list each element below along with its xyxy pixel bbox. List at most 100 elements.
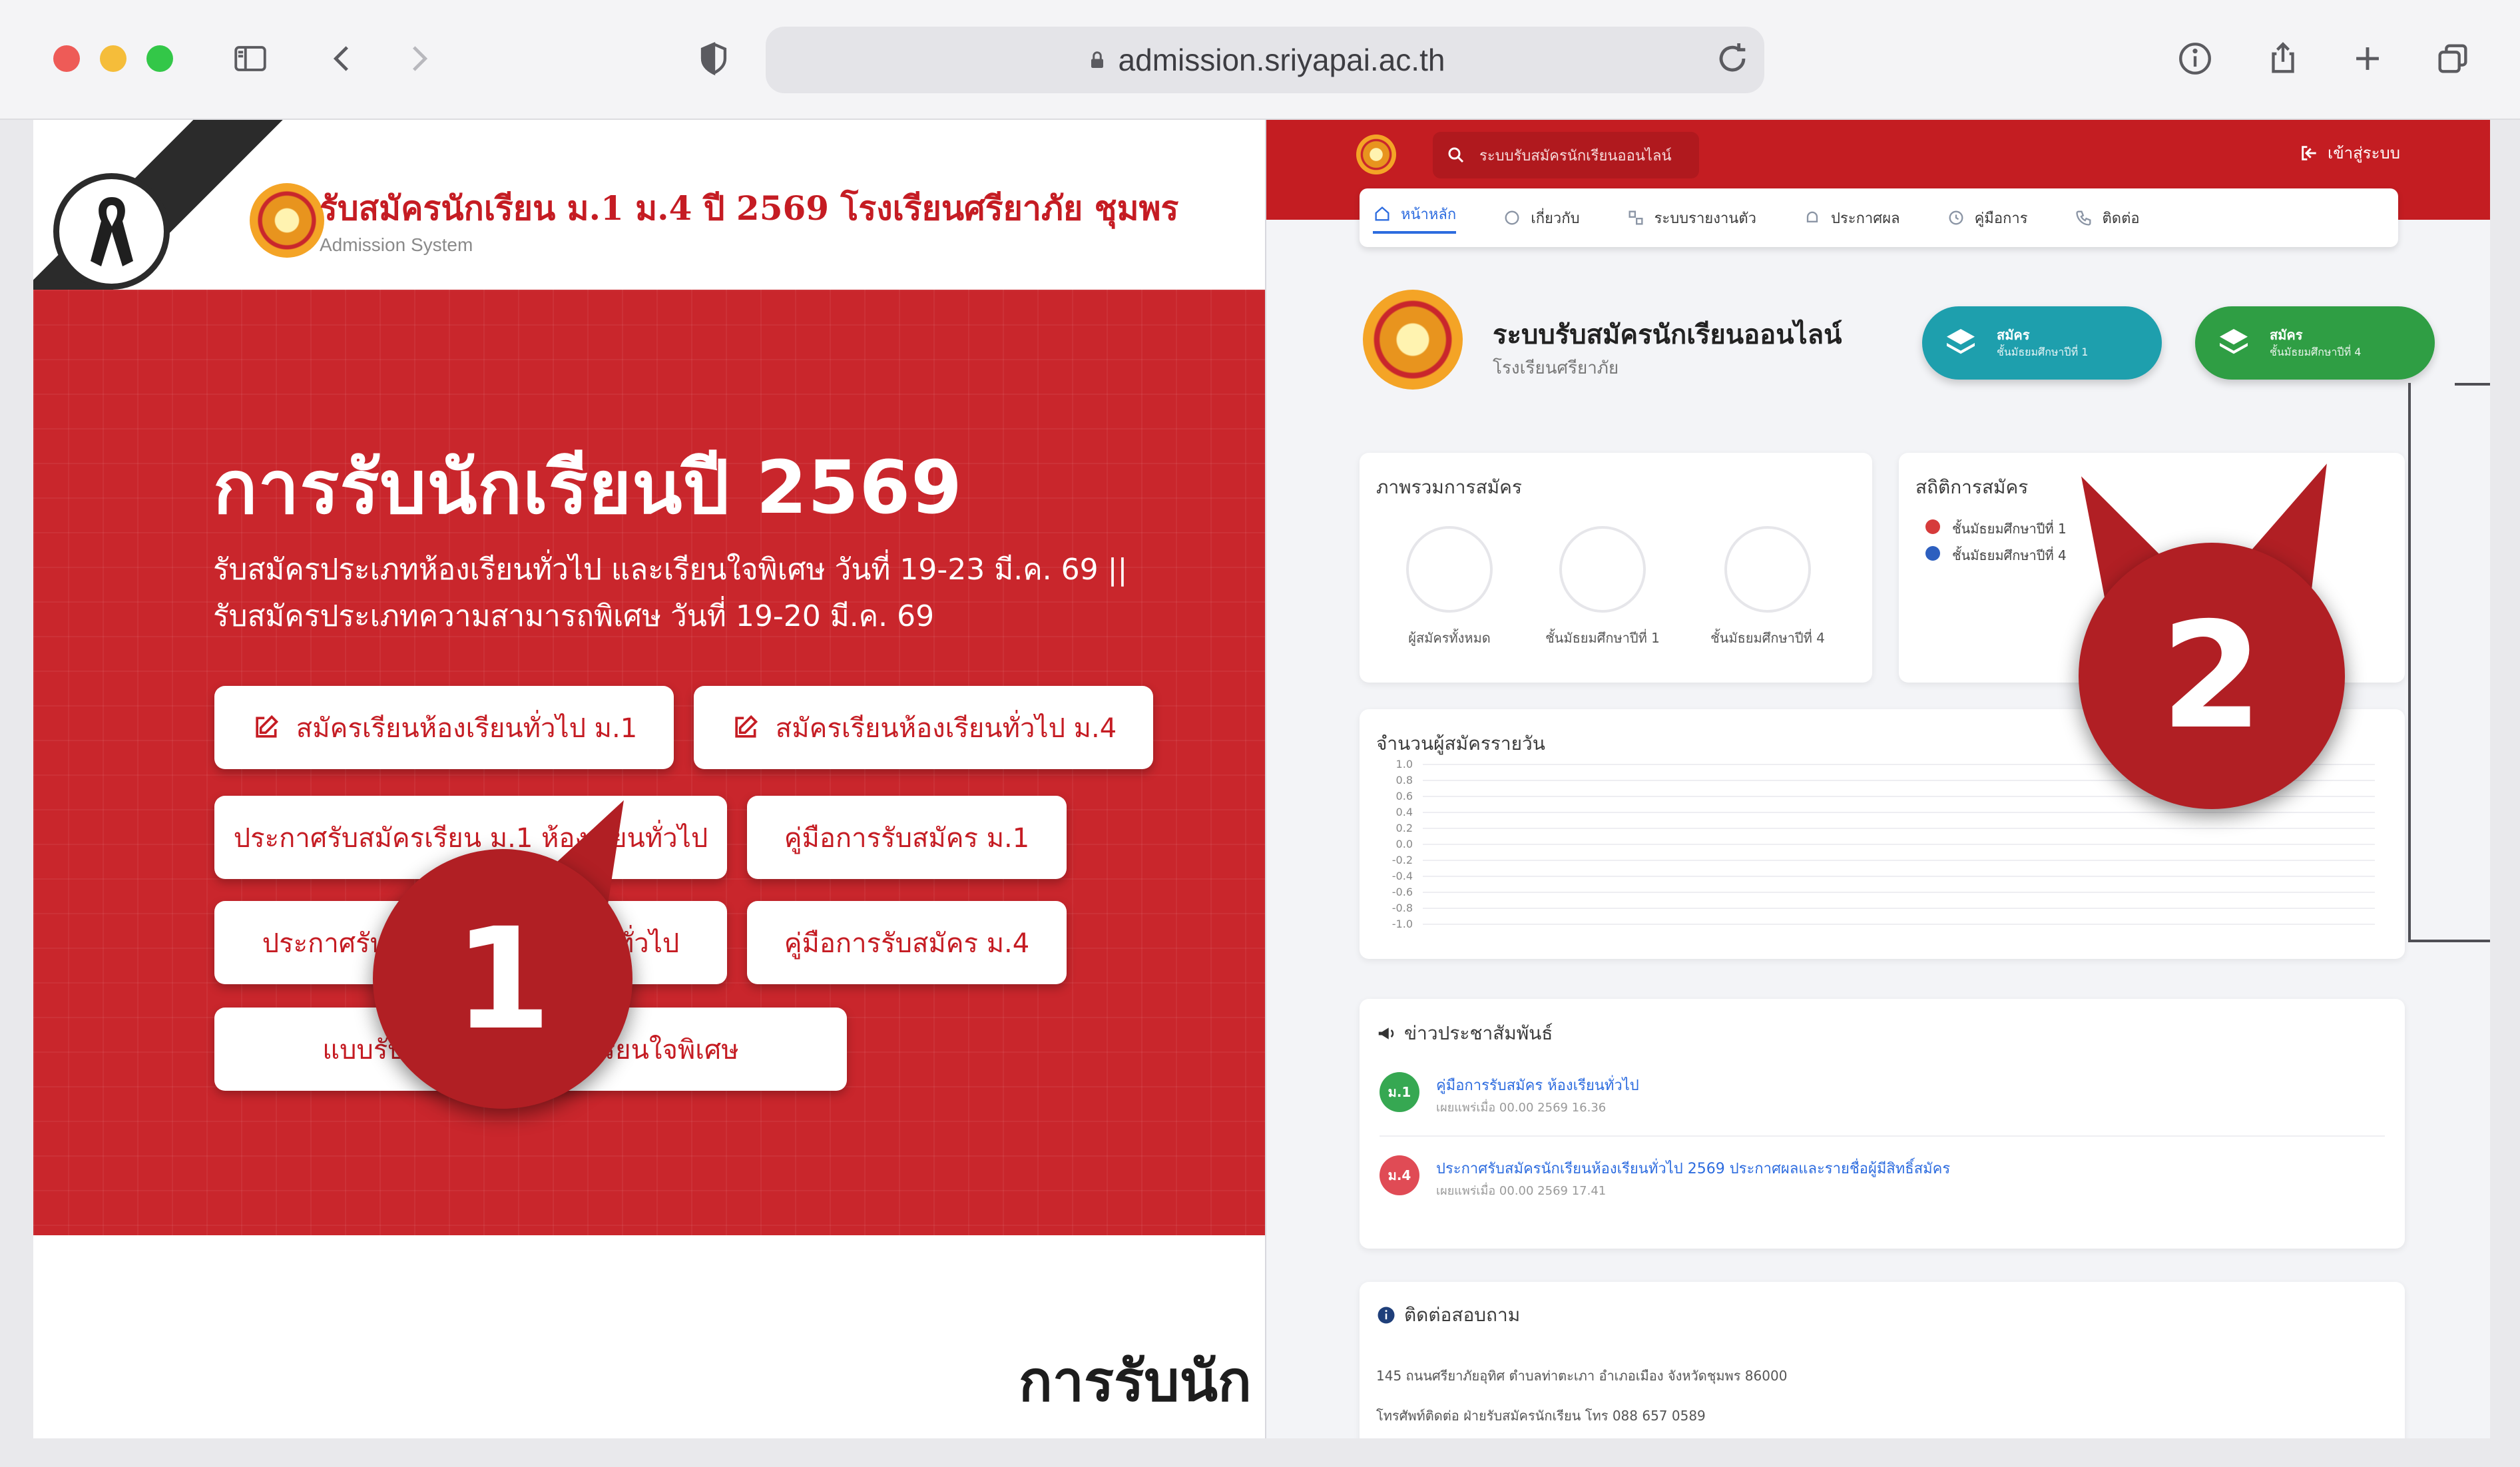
legend-title: สถิติการสมัคร — [1915, 476, 2029, 498]
chart-gridline — [1423, 908, 2375, 909]
back-icon[interactable] — [320, 36, 365, 81]
contact-card: ติดต่อสอบถาม 145 ถนนศรียาภัยอุทิศ ตำบลท่… — [1360, 1282, 2405, 1438]
nav-report-label: ระบบรายงานตัว — [1654, 210, 1756, 227]
app-nav: หน้าหลัก เกี่ยวกับ ระบบรายงานตัว ประกาศผ… — [1360, 188, 2398, 247]
login-link[interactable]: เข้าสู่ระบบ — [2298, 140, 2400, 166]
info-icon[interactable] — [2172, 36, 2218, 81]
info-icon — [1505, 210, 1519, 225]
chart-gridline — [1423, 860, 2375, 861]
news-header: ข่าวประชาสัมพันธ์ — [1376, 1019, 1553, 1048]
news-card: ข่าวประชาสัมพันธ์ ม.1 คู่มือการรับสมัคร … — [1360, 999, 2405, 1249]
news-item-2-title[interactable]: ประกาศรับสมัครนักเรียนห้องเรียนทั่วไป 25… — [1436, 1157, 1950, 1180]
app-title: ระบบรับสมัครนักเรียนออนไลน์ — [1493, 320, 1842, 350]
ring-total — [1406, 526, 1493, 613]
chart-gridline — [1423, 812, 2375, 813]
privacy-shield-icon[interactable] — [691, 36, 736, 81]
pill-green-label: สมัคร — [2270, 326, 2303, 343]
nav-about[interactable]: เกี่ยวกับ — [1503, 206, 1580, 230]
chart-title: จำนวนผู้สมัครรายวัน — [1376, 733, 1545, 754]
reload-icon[interactable] — [1712, 39, 1752, 79]
manual-m4-button[interactable]: คู่มือการรับสมัคร ม.4 — [747, 901, 1067, 984]
hero-banner: การรับนักเรียนปี 2569 รับสมัครประเภทห้อง… — [33, 290, 1265, 1235]
app-school-logo — [1363, 290, 1463, 390]
phone-icon — [2075, 210, 2091, 226]
apply-m4-label: สมัครเรียนห้องเรียนทั่วไป ม.4 — [775, 713, 1117, 744]
home-icon — [1375, 206, 1389, 221]
news-item-1-meta: เผยแพร่เมื่อ 00.00 2569 16.36 — [1436, 1101, 1607, 1115]
chart-gridline — [1423, 828, 2375, 829]
edit-icon — [735, 715, 758, 738]
manual-m4-label: คู่มือการรับสมัคร ม.4 — [784, 928, 1030, 959]
app-search-input[interactable]: ระบบรับสมัครนักเรียนออนไลน์ — [1433, 132, 1699, 178]
ring-m4 — [1724, 526, 1811, 613]
chart-y-tick: -1.0 — [1391, 918, 1413, 930]
apply-m1-button[interactable]: สมัครเรียนห้องเรียนทั่วไป ม.1 — [214, 686, 674, 769]
apply-m1-label: สมัครเรียนห้องเรียนทั่วไป ม.1 — [296, 713, 638, 744]
ring-m1 — [1559, 526, 1646, 613]
bell-icon — [1806, 211, 1818, 222]
chart-y-tick: -0.4 — [1391, 870, 1413, 882]
layers-icon — [1947, 329, 1975, 354]
close-window-button[interactable] — [53, 45, 80, 72]
share-icon[interactable] — [2260, 36, 2306, 81]
grid-icon — [1629, 210, 1643, 225]
step-marker-2: 2 — [2079, 543, 2345, 809]
chart-y-tick: -0.6 — [1391, 886, 1413, 898]
stats-card: ภาพรวมการสมัคร ผู้สมัครทั้งหมด ชั้นมัธยม… — [1360, 453, 1872, 683]
apply-m4-button[interactable]: สมัครเรียนห้องเรียนทั่วไป ม.4 — [694, 686, 1153, 769]
app-logo-small — [1356, 135, 1396, 174]
maximize-window-button[interactable] — [146, 45, 173, 72]
apply-m4-pill-button[interactable]: สมัคร ชั้นมัธยมศึกษาปีที่ 4 — [2195, 306, 2435, 380]
url-text: admission.sriyapai.ac.th — [1118, 43, 1445, 77]
tab-overview-icon[interactable] — [2430, 36, 2475, 81]
chart-y-tick: 0.8 — [1395, 774, 1413, 786]
legend-label-m4: ชั้นมัธยมศึกษาปีที่ 4 — [1952, 547, 2067, 563]
lock-icon — [1091, 51, 1103, 68]
connector-line — [2455, 383, 2490, 386]
admission-app-preview: ระบบรับสมัครนักเรียนออนไลน์ เข้าสู่ระบบ … — [1265, 120, 2490, 1438]
info-icon — [1378, 1307, 1395, 1324]
new-tab-icon[interactable] — [2345, 36, 2390, 81]
news-item-2-meta: เผยแพร่เมื่อ 00.00 2569 17.41 — [1436, 1184, 1607, 1198]
chart-gridline — [1423, 844, 2375, 845]
chart-gridline — [1423, 924, 2375, 925]
nav-contact[interactable]: ติดต่อ — [2075, 206, 2140, 230]
apply-m1-pill-button[interactable]: สมัคร ชั้นมัธยมศึกษาปีที่ 1 — [1922, 306, 2162, 380]
chart-y-tick: -0.2 — [1391, 854, 1413, 866]
news-badge-1: ม.1 — [1380, 1072, 1419, 1112]
address-bar[interactable]: admission.sriyapai.ac.th — [766, 27, 1764, 93]
legend-dot-m4 — [1925, 546, 1940, 561]
connector-line — [2408, 383, 2411, 942]
chart-y-tick: 0.0 — [1395, 838, 1413, 850]
nav-manual-label: คู่มือการ — [1974, 210, 2028, 227]
news-item-1-title[interactable]: คู่มือการรับสมัคร ห้องเรียนทั่วไป — [1436, 1073, 1639, 1097]
site-title: รับสมัครนักเรียน ม.1 ม.4 ปี 2569 โรงเรีย… — [320, 188, 1179, 228]
sidebar-toggle-icon[interactable] — [228, 36, 273, 81]
site-subtitle: Admission System — [320, 234, 473, 255]
chart-y-tick: 0.6 — [1395, 790, 1413, 802]
web-page: รับสมัครนักเรียน ม.1 ม.4 ปี 2569 โรงเรีย… — [33, 120, 2490, 1438]
app-subtitle: โรงเรียนศรียาภัย — [1493, 358, 1619, 378]
ring-label-total: ผู้สมัครทั้งหมด — [1408, 630, 1491, 646]
search-icon — [1448, 147, 1464, 163]
layers-icon — [2220, 329, 2248, 354]
nav-home[interactable]: หน้าหลัก — [1373, 202, 1457, 234]
manual-m1-button[interactable]: คู่มือการรับสมัคร ม.1 — [747, 796, 1067, 879]
divider — [1380, 1135, 2385, 1137]
login-icon — [2302, 145, 2316, 160]
news-badge-2: ม.4 — [1380, 1155, 1419, 1195]
hero-line-2: รับสมัครประเภทความสามารถพิเศษ วันที่ 19-… — [213, 599, 935, 633]
chart-y-tick: -0.8 — [1391, 902, 1413, 914]
chart-gridline — [1423, 876, 2375, 877]
minimize-window-button[interactable] — [100, 45, 126, 72]
contact-title: ติดต่อสอบถาม — [1404, 1304, 1521, 1326]
stats-title: ภาพรวมการสมัคร — [1376, 476, 1522, 498]
nav-report[interactable]: ระบบรายงานตัว — [1627, 206, 1756, 230]
megaphone-icon — [1378, 1027, 1394, 1039]
nav-manual[interactable]: คู่มือการ — [1947, 206, 2028, 230]
nav-results[interactable]: ประกาศผล — [1803, 206, 1900, 230]
forward-icon[interactable] — [396, 36, 441, 81]
chart-gridline — [1423, 892, 2375, 893]
manual-m1-label: คู่มือการรับสมัคร ม.1 — [784, 822, 1030, 854]
nav-contact-label: ติดต่อ — [2102, 210, 2140, 227]
